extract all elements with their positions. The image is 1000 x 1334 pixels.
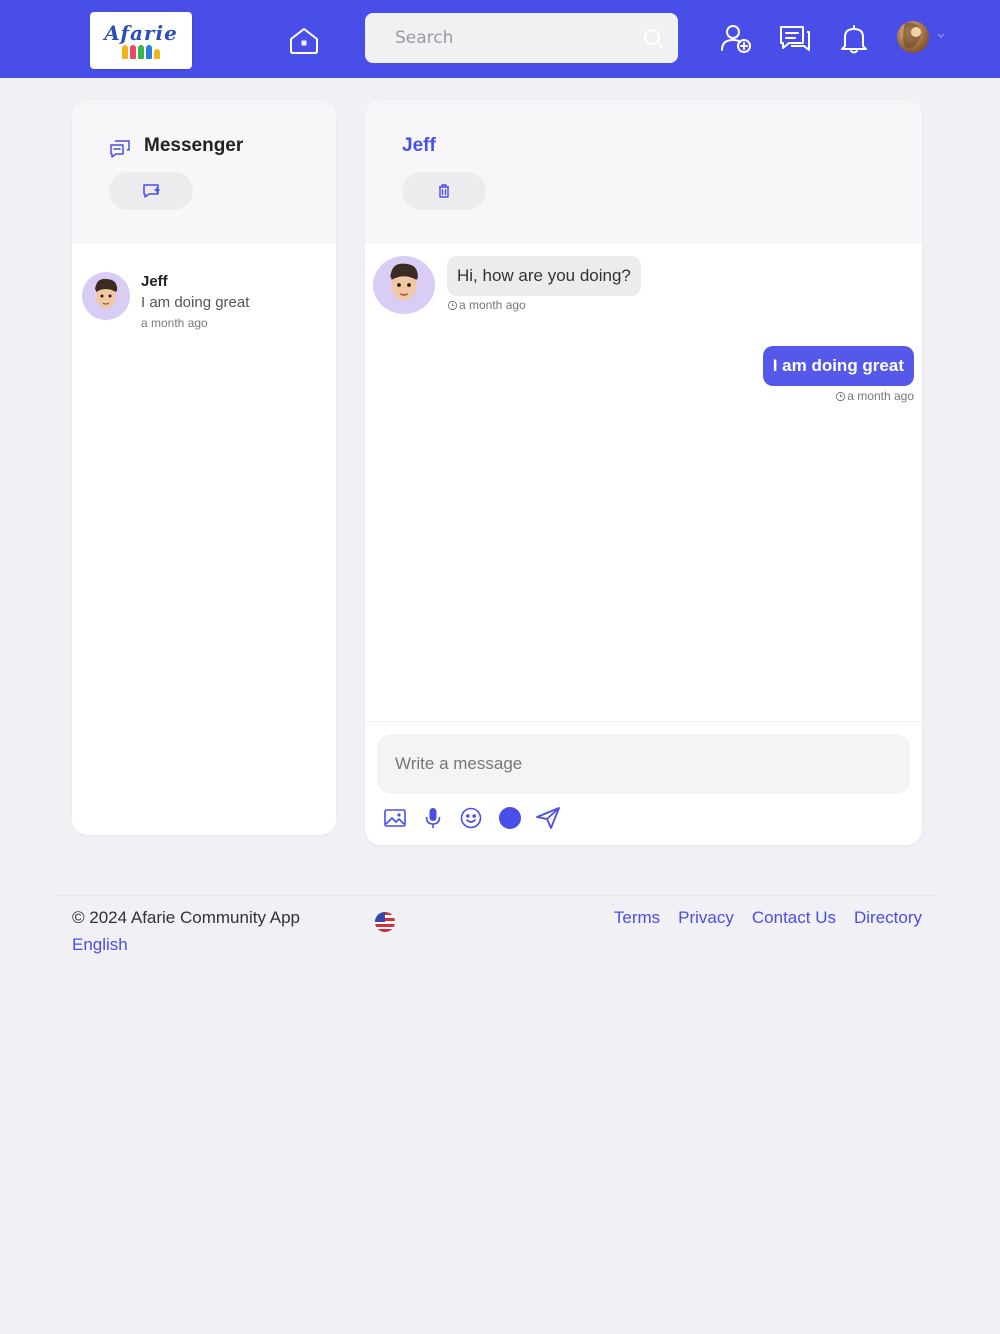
- new-chat-icon: [143, 184, 160, 198]
- messenger-title: Messenger: [144, 135, 244, 156]
- chat-header: Jeff: [365, 100, 922, 244]
- chat-bubbles-icon: [110, 140, 130, 158]
- us-flag-icon[interactable]: [375, 912, 395, 932]
- clock-icon: [447, 300, 458, 310]
- footer-link-contact-us[interactable]: Contact Us: [752, 908, 836, 928]
- search-bar[interactable]: [365, 13, 678, 63]
- top-navigation-bar: Afarie: [0, 0, 1000, 78]
- sender-avatar: [373, 256, 435, 314]
- search-icon[interactable]: [642, 27, 664, 49]
- afarie-logo[interactable]: Afarie: [90, 12, 192, 69]
- message-composer: [365, 721, 922, 845]
- chevron-down-icon[interactable]: [935, 29, 947, 41]
- color-dot-icon: [499, 807, 521, 829]
- trash-icon: [439, 184, 449, 198]
- new-message-button[interactable]: [109, 172, 193, 210]
- add-friend-icon[interactable]: [718, 20, 754, 56]
- chat-contact-name[interactable]: Jeff: [402, 135, 436, 157]
- incoming-time-text: a month ago: [459, 298, 526, 312]
- home-icon[interactable]: [286, 22, 322, 58]
- microphone-icon: [425, 808, 441, 828]
- contact-avatar: [82, 272, 130, 320]
- outgoing-message-bubble: I am doing great: [762, 346, 914, 386]
- message-input[interactable]: [377, 734, 910, 794]
- logo-text: Afarie: [104, 21, 178, 45]
- message-thread: Hi, how are you doing? a month ago I am …: [365, 244, 922, 721]
- delete-conversation-button[interactable]: [402, 172, 486, 210]
- avatar-photo: [903, 22, 921, 49]
- footer-links: Terms Privacy Contact Us Directory: [614, 908, 922, 928]
- conversation-preview: I am doing great: [141, 294, 250, 311]
- send-icon: [536, 807, 560, 829]
- notifications-bell-icon[interactable]: [836, 20, 872, 56]
- footer-link-terms[interactable]: Terms: [614, 908, 660, 928]
- conversation-item-jeff[interactable]: Jeff I am doing great a month ago: [72, 260, 336, 330]
- clock-icon: [836, 391, 846, 401]
- footer-divider: [55, 895, 935, 896]
- user-avatar[interactable]: [897, 21, 929, 53]
- messages-icon[interactable]: [777, 20, 813, 56]
- voice-record-button[interactable]: [420, 805, 446, 831]
- emoji-button[interactable]: [458, 805, 484, 831]
- copyright-text: © 2024 Afarie Community App: [72, 908, 300, 927]
- conversation-list-header: Messenger: [72, 100, 336, 244]
- footer-link-privacy[interactable]: Privacy: [678, 908, 734, 928]
- memoji-avatar-icon: [390, 263, 418, 300]
- image-icon: [384, 809, 406, 827]
- search-input[interactable]: [395, 28, 642, 48]
- incoming-message-time: a month ago: [447, 298, 526, 312]
- conversation-time: a month ago: [141, 316, 208, 330]
- chat-panel: Jeff Hi, how are you doing? a month ago …: [365, 100, 922, 845]
- color-picker-button[interactable]: [497, 805, 523, 831]
- logo-people-graphic: [122, 45, 160, 59]
- memoji-avatar-icon: [95, 278, 118, 308]
- smile-icon: [460, 807, 482, 829]
- conversation-name: Jeff: [141, 273, 168, 290]
- outgoing-message-time: a month ago: [835, 389, 914, 403]
- incoming-message-bubble: Hi, how are you doing?: [447, 256, 641, 296]
- footer-link-directory[interactable]: Directory: [854, 908, 922, 928]
- conversation-list-panel: Messenger Jeff I am doing great a month …: [72, 100, 336, 835]
- outgoing-time-text: a month ago: [847, 389, 914, 403]
- language-selector[interactable]: English: [72, 935, 128, 955]
- attach-image-button[interactable]: [382, 805, 408, 831]
- send-button[interactable]: [535, 805, 561, 831]
